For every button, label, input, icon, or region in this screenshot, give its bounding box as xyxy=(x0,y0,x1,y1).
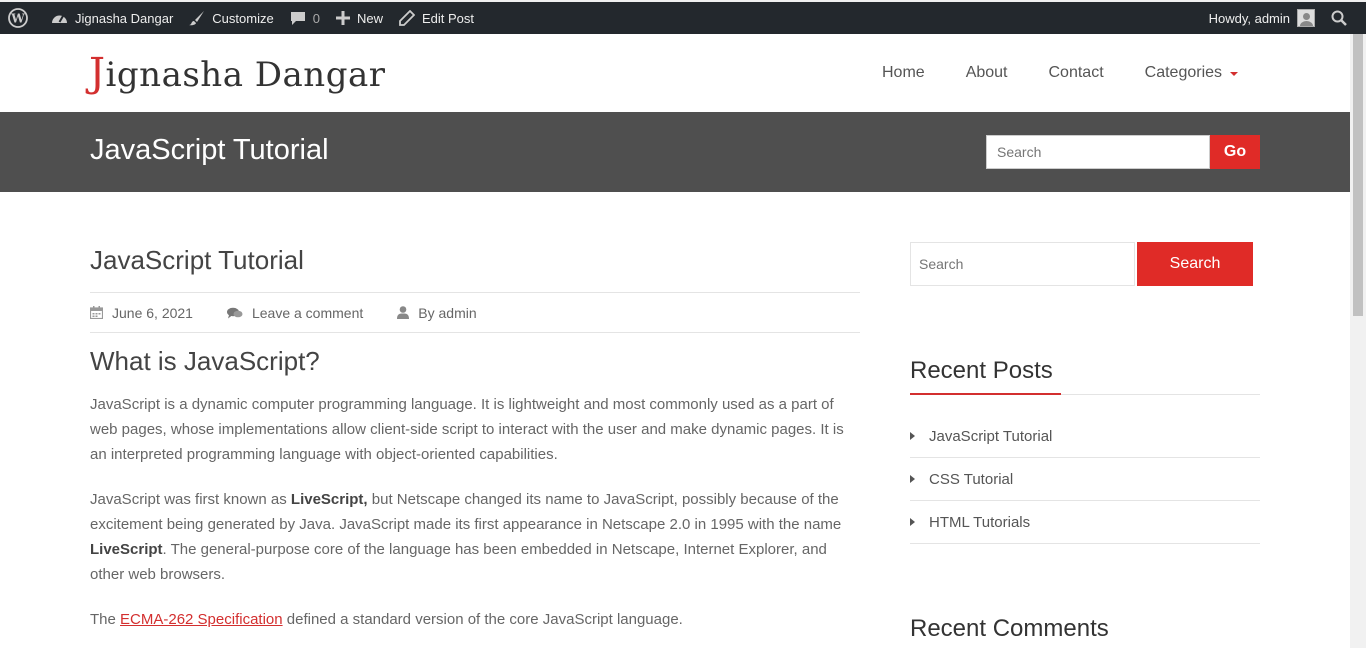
p2-livescript-1: LiveScript, xyxy=(290,491,368,508)
admin-bar: W Jignasha Dangar Customize 0 New Edit P… xyxy=(0,0,1366,34)
avatar xyxy=(1297,9,1315,27)
admin-search-toggle[interactable] xyxy=(1323,2,1366,34)
site-logo[interactable]: Jignasha Dangar xyxy=(89,50,386,96)
recent-posts-list: JavaScript Tutorial CSS Tutorial HTML Tu… xyxy=(910,415,1260,544)
list-item[interactable]: JavaScript Tutorial xyxy=(910,415,1260,458)
customize-link[interactable]: Customize xyxy=(181,2,281,34)
recent-post-link: CSS Tutorial xyxy=(929,470,1014,488)
customize-label: Customize xyxy=(212,10,274,26)
banner-search-input[interactable] xyxy=(986,135,1210,169)
caret-down-icon xyxy=(1230,72,1239,76)
p2-text-e: . The general-purpose core of the langua… xyxy=(90,541,827,583)
main-nav: Home About Contact Categories xyxy=(882,64,1239,82)
section-heading: What is JavaScript? xyxy=(90,346,320,376)
my-account-menu[interactable]: Howdy, admin xyxy=(1201,2,1323,34)
post-date[interactable]: June 6, 2021 xyxy=(90,305,193,321)
sidebar-search-button[interactable]: Search xyxy=(1137,242,1253,286)
plus-icon xyxy=(335,11,350,25)
comments-count: 0 xyxy=(312,10,320,26)
paragraph-1: JavaScript is a dynamic computer program… xyxy=(90,396,844,463)
sidebar-search-input[interactable] xyxy=(910,242,1135,286)
recent-posts-title: Recent Posts xyxy=(910,357,1053,384)
comments-link[interactable]: 0 xyxy=(282,2,328,34)
edit-post-label: Edit Post xyxy=(421,10,474,26)
comment-link-text: Leave a comment xyxy=(251,304,364,321)
brush-icon xyxy=(189,11,205,26)
scrollbar-thumb[interactable] xyxy=(1353,34,1363,316)
calendar-icon xyxy=(90,306,103,319)
recent-post-link: HTML Tutorials xyxy=(929,513,1031,531)
nav-categories-label: Categories xyxy=(1144,64,1223,81)
caret-right-icon xyxy=(910,432,915,440)
post-date-text: June 6, 2021 xyxy=(112,304,193,321)
post-author-text: By admin xyxy=(418,304,477,321)
banner-title: JavaScript Tutorial xyxy=(90,134,329,166)
wordpress-icon: W xyxy=(8,8,28,28)
list-item[interactable]: CSS Tutorial xyxy=(910,458,1260,501)
banner-search-form: Go xyxy=(986,135,1260,169)
post-title: JavaScript Tutorial xyxy=(90,245,304,275)
caret-right-icon xyxy=(910,475,915,483)
p2-livescript-2: LiveScript xyxy=(90,541,163,558)
recent-comments-title: Recent Comments xyxy=(910,615,1109,642)
p3-text-b: defined a standard version of the core J… xyxy=(282,611,683,628)
site-name: Jignasha Dangar xyxy=(75,10,174,26)
recent-posts-accent-line xyxy=(910,393,1061,395)
paragraph-2: JavaScript was first known as LiveScript… xyxy=(90,487,860,587)
p2-text-a: JavaScript was first known as xyxy=(90,491,291,508)
new-label: New xyxy=(356,10,383,26)
recent-post-link: JavaScript Tutorial xyxy=(929,427,1053,445)
edit-post-link[interactable]: Edit Post xyxy=(391,2,482,34)
site-header: Jignasha Dangar Home About Contact Categ… xyxy=(0,34,1350,112)
svg-text:W: W xyxy=(10,12,25,26)
nav-contact[interactable]: Contact xyxy=(1049,64,1104,82)
howdy-text: Howdy, admin xyxy=(1208,10,1290,26)
page-banner: JavaScript Tutorial Go xyxy=(0,112,1350,192)
search-icon xyxy=(1331,10,1347,26)
nav-categories[interactable]: Categories xyxy=(1144,64,1239,82)
pencil-icon xyxy=(399,10,415,26)
banner-go-button[interactable]: Go xyxy=(1210,135,1260,169)
wordpress-logo-menu[interactable]: W xyxy=(0,2,43,34)
nav-home[interactable]: Home xyxy=(882,64,925,82)
p3-text-a: The xyxy=(90,611,121,628)
post-author[interactable]: By admin xyxy=(397,304,477,321)
page-scrollbar[interactable] xyxy=(1350,34,1366,648)
caret-right-icon xyxy=(910,518,915,526)
logo-text: ignasha Dangar xyxy=(105,55,386,95)
comments-icon xyxy=(226,307,243,318)
site-name-menu[interactable]: Jignasha Dangar xyxy=(43,2,181,34)
comment-link[interactable]: Leave a comment xyxy=(226,304,364,321)
paragraph-3: The ECMA-262 Specification defined a sta… xyxy=(90,607,860,632)
dashboard-icon xyxy=(52,14,67,23)
ecma-spec-link[interactable]: ECMA-262 Specification xyxy=(120,611,283,628)
sidebar-search-form: Search xyxy=(910,242,1253,286)
nav-about[interactable]: About xyxy=(966,64,1008,82)
new-content-menu[interactable]: New xyxy=(328,2,391,34)
list-item[interactable]: HTML Tutorials xyxy=(910,501,1260,544)
post-meta: June 6, 2021 Leave a comment By admin xyxy=(90,292,860,333)
logo-initial: J xyxy=(89,50,106,96)
comment-bubble-icon xyxy=(290,11,305,25)
user-icon xyxy=(397,306,410,319)
